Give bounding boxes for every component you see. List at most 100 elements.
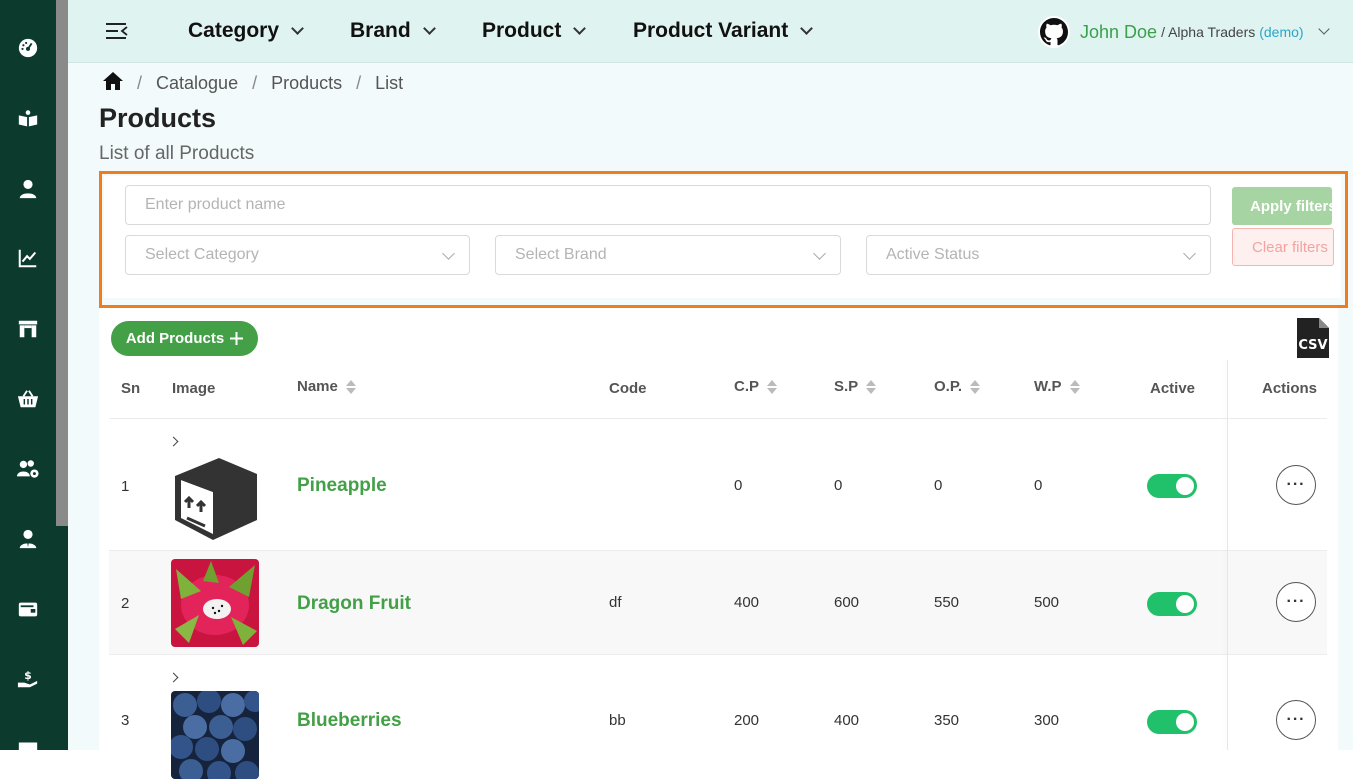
sidebar-item-orders[interactable]: [0, 379, 56, 419]
breadcrumb-separator: /: [356, 72, 362, 93]
product-image-blueberries: [171, 691, 259, 779]
sidebar-item-finance[interactable]: [0, 728, 56, 768]
table-row: [109, 551, 1327, 654]
home-icon[interactable]: [103, 71, 123, 95]
add-products-button[interactable]: Add Products: [111, 321, 258, 356]
active-status-select[interactable]: Active Status: [866, 235, 1211, 275]
sort-icon: [767, 379, 778, 394]
breadcrumb-separator: /: [137, 72, 143, 93]
product-name-link[interactable]: Blueberries: [297, 710, 402, 732]
row-wp: 300: [1034, 712, 1060, 729]
sidebar-item-dashboard[interactable]: [0, 28, 56, 68]
col-sn-label: Sn: [121, 380, 141, 397]
col-cp-label: C.P: [734, 378, 760, 395]
row-sp: 400: [834, 712, 860, 729]
sidebar-item-user[interactable]: [0, 169, 56, 209]
table-divider: [109, 418, 1327, 419]
expand-row-icon[interactable]: [168, 672, 179, 683]
row-wp: 500: [1034, 594, 1060, 611]
col-header-wp[interactable]: W.P: [1034, 378, 1080, 395]
brand-select[interactable]: Select Brand: [495, 235, 841, 275]
products-table-card: Add Products CSV Sn Image Name Code C.P …: [99, 308, 1338, 779]
add-products-label: Add Products: [125, 330, 225, 347]
sort-icon: [1069, 379, 1080, 394]
nav-product-variant-label: Product Variant: [633, 19, 789, 42]
row-op: 350: [934, 712, 960, 729]
breadcrumb-catalogue[interactable]: Catalogue: [156, 73, 238, 94]
product-image-placeholder: [171, 454, 259, 542]
money-icon: [18, 742, 38, 754]
row-op: 550: [934, 594, 960, 611]
sidebar-item-customers[interactable]: [0, 449, 56, 489]
apply-filters-button[interactable]: Apply filters: [1232, 187, 1332, 225]
page-subtitle: List of all Products: [99, 143, 255, 164]
product-name-link[interactable]: Pineapple: [297, 475, 387, 497]
sort-icon: [866, 379, 877, 394]
col-header-name[interactable]: Name: [297, 378, 356, 395]
col-header-sp[interactable]: S.P: [834, 378, 877, 395]
github-icon: [1038, 16, 1070, 48]
category-select[interactable]: Select Category: [125, 235, 470, 275]
col-header-sn: Sn: [121, 380, 140, 397]
breadcrumb-list: List: [375, 72, 404, 93]
dashboard-icon: [18, 38, 38, 58]
sidebar-item-payments[interactable]: $: [0, 659, 56, 699]
sidebar-item-wallet[interactable]: [0, 589, 56, 629]
col-code-label: Code: [609, 380, 647, 397]
sidebar: $: [0, 0, 56, 754]
clear-filters-button[interactable]: Clear filters: [1232, 228, 1334, 266]
col-active-label: Active: [1150, 380, 1196, 397]
payment-hand-icon: $: [17, 669, 38, 688]
sidebar-item-staff[interactable]: [0, 519, 56, 559]
chevron-down-icon: [422, 21, 436, 35]
breadcrumb: / Catalogue / Products / List: [103, 71, 404, 95]
expand-row-icon[interactable]: [168, 436, 179, 447]
row-actions-button[interactable]: ···: [1276, 700, 1316, 740]
product-image-dragon-fruit: [171, 559, 259, 647]
col-header-op[interactable]: O.P.: [934, 378, 981, 395]
plus-icon: [230, 332, 244, 345]
chevron-down-icon: [442, 247, 455, 260]
row-actions-button[interactable]: ···: [1276, 582, 1316, 622]
row-op: 0: [934, 477, 943, 494]
user-demo-tag: (demo): [1259, 24, 1304, 40]
nav-product-variant[interactable]: Product Variant: [633, 19, 814, 43]
product-name-search-input[interactable]: Enter product name: [125, 185, 1211, 225]
brand-select-placeholder: Select Brand: [515, 246, 607, 263]
col-header-cp[interactable]: C.P: [734, 378, 778, 395]
col-name-label: Name: [297, 378, 338, 395]
sidebar-item-catalogue[interactable]: [0, 99, 56, 139]
breadcrumb-products[interactable]: Products: [271, 73, 342, 94]
product-name-link[interactable]: Dragon Fruit: [297, 593, 411, 615]
user-org: / Alpha Traders: [1161, 24, 1256, 40]
main-area: Category Brand Product Product Variant J…: [68, 0, 1353, 779]
csv-export-icon[interactable]: CSV: [1297, 318, 1329, 363]
row-cp: 400: [734, 594, 760, 611]
active-toggle[interactable]: [1147, 592, 1197, 616]
row-sp: 600: [834, 594, 860, 611]
row-actions-button[interactable]: ···: [1276, 465, 1316, 505]
sort-icon: [345, 379, 356, 394]
row-sp: 0: [834, 477, 843, 494]
sidebar-item-store[interactable]: [0, 309, 56, 349]
filter-panel-body: Enter product name Select Category Selec…: [104, 176, 1341, 298]
wallet-icon: [18, 602, 38, 617]
row-code: df: [609, 594, 622, 611]
active-toggle[interactable]: [1147, 474, 1197, 498]
chevron-down-icon: [800, 21, 814, 35]
category-select-placeholder: Select Category: [145, 246, 259, 263]
active-toggle[interactable]: [1147, 710, 1197, 734]
nav-brand[interactable]: Brand: [350, 19, 436, 43]
col-header-actions: Actions: [1262, 380, 1317, 397]
chart-icon: [18, 249, 37, 268]
sidebar-item-reports[interactable]: [0, 238, 56, 278]
chevron-down-icon: [573, 21, 587, 35]
scrollbar-thumb[interactable]: [56, 0, 68, 526]
catalogue-icon: [18, 110, 38, 127]
user-name: John Doe: [1080, 21, 1158, 42]
nav-product[interactable]: Product: [482, 19, 587, 43]
nav-category[interactable]: Category: [188, 19, 304, 43]
user-menu[interactable]: John Doe / Alpha Traders (demo): [1038, 15, 1330, 49]
menu-toggle-icon[interactable]: [106, 22, 128, 45]
top-navbar: Category Brand Product Product Variant J…: [68, 0, 1353, 63]
